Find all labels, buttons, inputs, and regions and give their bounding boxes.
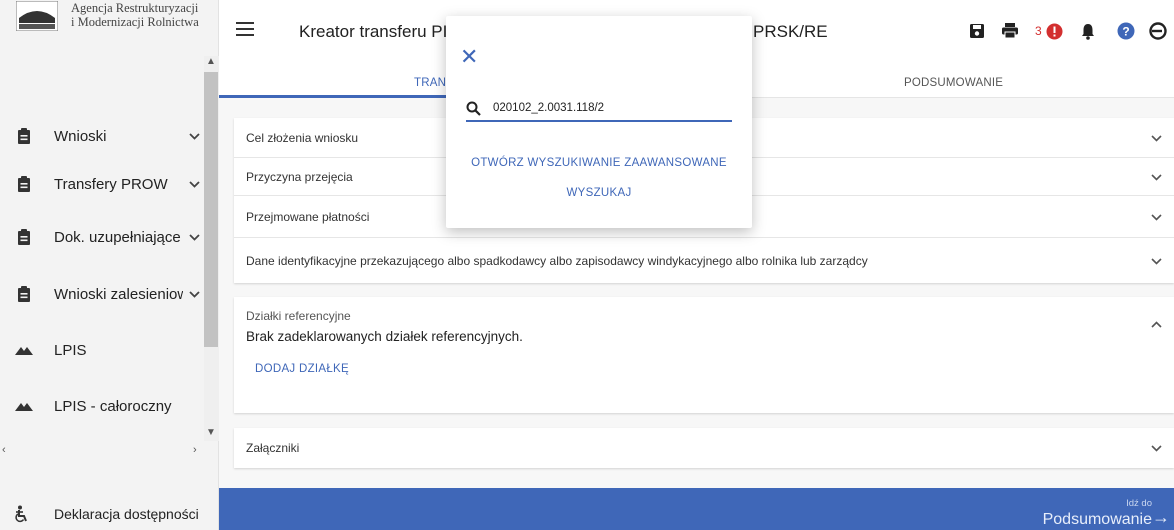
tab-summary[interactable]: PODSUMOWANIE xyxy=(904,77,1003,89)
tab-transfer[interactable]: TRAN xyxy=(414,77,446,89)
search-field[interactable] xyxy=(466,96,732,122)
terrain-icon xyxy=(14,401,34,411)
plots-title: Działki referencyjne xyxy=(246,309,351,323)
chevron-down-icon xyxy=(1151,254,1162,268)
add-plot-button[interactable]: DODAJ DZIAŁKĘ xyxy=(234,363,1174,375)
plots-card: Działki referencyjne Brak zadeklarowanyc… xyxy=(234,297,1174,413)
svg-text:?: ? xyxy=(1122,25,1129,39)
chevron-down-icon xyxy=(183,132,205,140)
clipboard-icon xyxy=(14,228,34,246)
bottom-navigation-bar: Idź do Podsumowanie → xyxy=(219,488,1174,530)
logo-text-line2: i Modernizacji Rolnictwa xyxy=(71,15,199,29)
page-title-suffix: PRSK/RE xyxy=(753,22,828,41)
chevron-down-icon xyxy=(1151,170,1162,184)
menu-icon[interactable] xyxy=(236,22,254,40)
sidebar-item-transfery-prow[interactable]: Transfery PROW xyxy=(0,162,205,206)
sidebar-item-lpis-caloroczny[interactable]: LPIS - całoroczny xyxy=(0,384,205,428)
sidebar-item-label: Dok. uzupełniające xyxy=(54,228,181,246)
chevron-down-icon xyxy=(1151,210,1162,224)
section-title: Przejmowane płatności xyxy=(246,209,370,224)
sidebar-item-label: Wnioski xyxy=(54,127,107,145)
sidebar-item-label: Deklaracja dostępności xyxy=(54,506,199,522)
section-title: Dane identyfikacyjne przekazującego albo… xyxy=(246,253,868,268)
sidebar: Agencja Restrukturyzacji i Modernizacji … xyxy=(0,0,219,530)
alerts-count: 3 xyxy=(1035,24,1042,38)
clipboard-icon xyxy=(14,175,34,193)
search-dialog: ✕ OTWÓRZ WYSZUKIWANIE ZAAWANSOWANE WYSZU… xyxy=(446,16,752,228)
sidebar-item-wnioski-zalesieniowe[interactable]: Wnioski zalesieniowe xyxy=(0,272,205,316)
notifications-bell-icon[interactable] xyxy=(1081,23,1095,40)
close-icon[interactable]: ✕ xyxy=(460,46,478,68)
search-input[interactable] xyxy=(493,102,713,114)
sidebar-item-label: LPIS xyxy=(54,341,87,359)
search-icon xyxy=(466,101,481,116)
arimr-logo: Agencja Restrukturyzacji i Modernizacji … xyxy=(16,1,199,31)
chevron-up-icon[interactable] xyxy=(1151,315,1162,333)
chevron-down-icon xyxy=(183,180,205,188)
search-button[interactable]: WYSZUKAJ xyxy=(446,187,752,199)
arimr-logo-icon xyxy=(16,1,58,31)
sidebar-item-label: Transfery PROW xyxy=(54,175,168,193)
page-title: Kreator transferu PI xyxy=(299,22,448,41)
chevron-down-icon xyxy=(183,290,205,298)
next-step-button[interactable]: Podsumowanie xyxy=(1043,511,1152,529)
alert-icon xyxy=(1046,23,1063,39)
user-account-icon[interactable] xyxy=(1148,22,1167,40)
scroll-up-icon[interactable]: ▲ xyxy=(206,56,216,67)
sidebar-scroll-thumb[interactable] xyxy=(204,72,218,347)
sidebar-item-lpis[interactable]: LPIS xyxy=(0,328,205,372)
plots-empty-message: Brak zadeklarowanych działek referencyjn… xyxy=(246,329,523,344)
arrow-right-icon[interactable]: → xyxy=(1152,507,1170,528)
alerts-indicator[interactable]: 3 xyxy=(1035,23,1063,40)
print-icon[interactable] xyxy=(1001,23,1019,39)
accessibility-icon xyxy=(12,505,32,523)
sidebar-item-label: LPIS - całoroczny xyxy=(54,397,172,415)
clipboard-icon xyxy=(14,285,34,303)
scroll-left-icon[interactable]: ‹ xyxy=(2,444,6,456)
logo-text-line1: Agencja Restrukturyzacji xyxy=(71,1,199,15)
sidebar-item-label: Wnioski zalesieniowe xyxy=(54,285,183,303)
section-dane-identyfikacyjne[interactable]: Dane identyfikacyjne przekazującego albo… xyxy=(234,238,1174,283)
attachments-card: Załączniki xyxy=(234,428,1174,468)
section-title: Przyczyna przejęcia xyxy=(246,169,353,184)
scroll-down-icon[interactable]: ▼ xyxy=(206,427,216,438)
clipboard-icon xyxy=(14,127,34,145)
scroll-right-icon[interactable]: › xyxy=(193,444,197,456)
chevron-down-icon xyxy=(183,233,205,241)
sidebar-item-wnioski[interactable]: Wnioski xyxy=(0,114,205,158)
section-zalaczniki[interactable]: Załączniki xyxy=(234,428,1174,468)
terrain-icon xyxy=(14,345,34,355)
chevron-down-icon xyxy=(1151,441,1162,455)
chevron-down-icon xyxy=(1151,131,1162,145)
sidebar-item-dok-uzupelniajace[interactable]: Dok. uzupełniające xyxy=(0,215,205,259)
save-icon[interactable] xyxy=(969,23,985,39)
next-step-caption: Idź do xyxy=(1126,498,1152,509)
section-title: Cel złożenia wniosku xyxy=(246,130,359,145)
advanced-search-button[interactable]: OTWÓRZ WYSZUKIWANIE ZAAWANSOWANE xyxy=(446,157,752,169)
help-icon[interactable]: ? xyxy=(1117,22,1135,40)
toolbar-icons: 3 ? xyxy=(969,22,1174,40)
sidebar-item-accessibility[interactable]: Deklaracja dostępności xyxy=(0,498,219,530)
section-title: Załączniki xyxy=(246,441,300,455)
